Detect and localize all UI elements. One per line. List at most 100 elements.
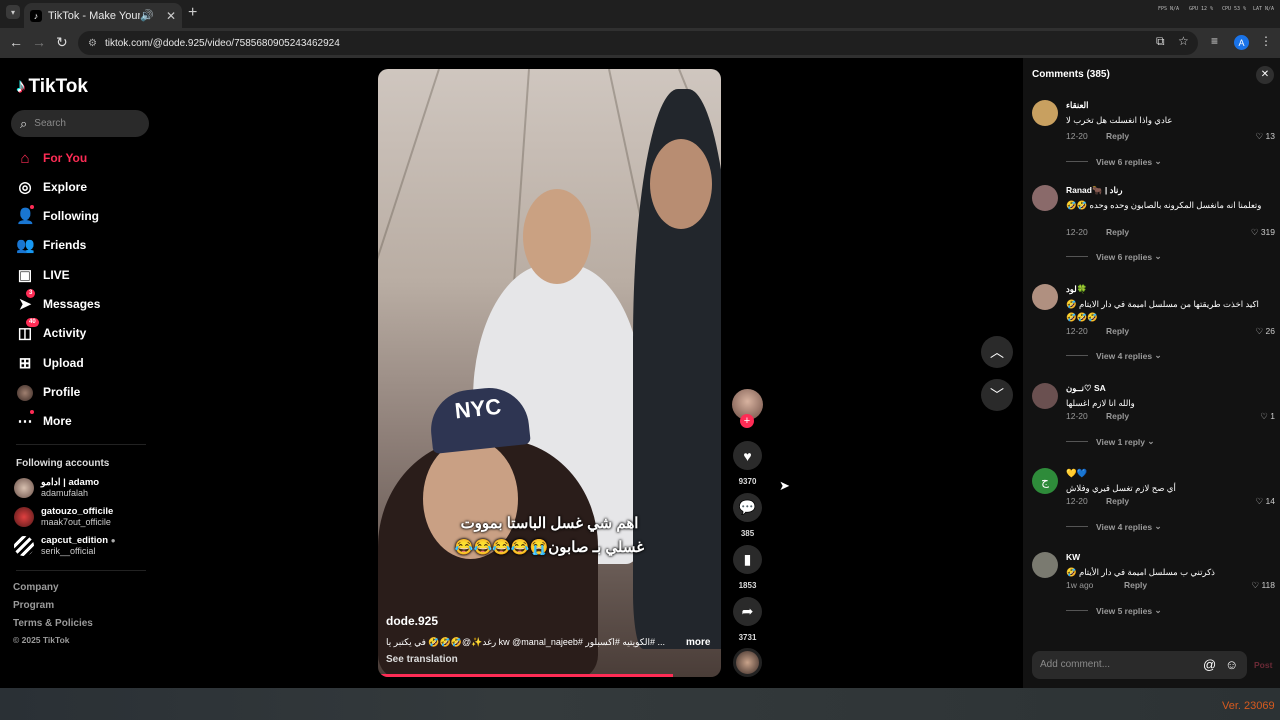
tiktok-logo[interactable]: ♪ TikTok [16,76,88,98]
site-info-icon[interactable]: ⚙ [88,38,97,49]
comment-like-button[interactable]: ♡ 118 [1251,580,1275,591]
save-button[interactable]: ▮ [733,545,762,574]
account-handle: adamufalah [41,488,89,498]
desktop-strip: Ver. 23069 [0,688,1280,720]
view-replies-button[interactable]: View 4 replies ⌄ [1066,350,1162,361]
video-player[interactable]: NYC اهم شي غسل الباستا بمووت غسلي بـ صاب… [378,69,721,677]
more-button[interactable]: more [686,637,710,648]
comment-like-button[interactable]: ♡ 13 [1256,131,1275,142]
close-comments-button[interactable]: ✕ [1256,66,1274,84]
address-bar[interactable]: ⚙ tiktok.com/@dode.925/video/75856809052… [78,31,1198,55]
post-button[interactable]: Post [1254,660,1272,670]
commenter-avatar[interactable]: ج [1032,468,1058,494]
video-progress-bar[interactable] [378,674,673,677]
account-name: ادامو | adamo [41,477,100,488]
heart-outline-icon: ♡ [1255,326,1264,336]
share-button[interactable]: ➦ [733,597,762,626]
comment-like-button[interactable]: ♡ 319 [1251,227,1275,238]
account-handle: serik__official [41,546,96,556]
view-replies-button[interactable]: View 6 replies ⌄ [1066,156,1162,167]
comment-like-count: 118 [1261,580,1275,590]
view-replies-button[interactable]: View 4 replies ⌄ [1066,521,1162,532]
search-input[interactable]: ⌕ Search [11,110,149,137]
video-author[interactable]: dode.925 [386,614,438,628]
video-caption-line2: غسلي بـ صابون😭😂😂😂😂 [454,539,645,556]
nav-messages[interactable]: ➤ 3 Messages [16,289,100,315]
speaker-icon[interactable]: 🔊 [140,9,154,22]
commenter-avatar[interactable] [1032,552,1058,578]
comment-like-button[interactable]: ♡ 26 [1256,326,1275,337]
profile-avatar [16,383,34,401]
tab-close-icon[interactable]: ✕ [166,9,176,23]
comment-text: والله انا لازم اغسلها [1066,398,1135,408]
music-disc-icon[interactable] [733,648,762,677]
reply-button[interactable]: Reply [1106,411,1129,421]
previous-video-button[interactable]: ︿ [981,336,1013,368]
view-replies-button[interactable]: View 1 reply ⌄ [1066,436,1154,447]
nav-explore[interactable]: ◎ Explore [16,176,87,198]
nav-friends[interactable]: 👥 Friends [16,234,86,256]
like-button[interactable]: ♥ [733,441,762,470]
footer-company[interactable]: Company [13,582,59,593]
mention-icon[interactable]: @ [1203,657,1216,672]
commenter-name[interactable]: لود🍀 [1066,284,1087,295]
comment-like-button[interactable]: ♡ 14 [1256,496,1275,507]
browser-profile-avatar[interactable]: A [1234,35,1249,50]
commenter-name[interactable]: 💛💙 [1066,468,1087,479]
commenter-avatar[interactable] [1032,284,1058,310]
reply-button[interactable]: Reply [1106,326,1129,336]
reading-list-icon[interactable]: ≡ [1211,34,1218,48]
reply-button[interactable]: Reply [1106,496,1129,506]
verified-icon: ● [110,536,116,545]
forward-icon[interactable]: → [32,34,46,50]
install-app-icon[interactable]: ⧉ [1156,34,1165,49]
reply-button[interactable]: Reply [1106,131,1129,141]
next-video-button[interactable]: ﹀ [981,379,1013,411]
person-face [523,189,591,284]
commenter-avatar[interactable] [1032,100,1058,126]
comment-button[interactable]: 💬 [733,493,762,522]
commenter-avatar[interactable] [1032,383,1058,409]
nav-for-you[interactable]: ⌂ For You [16,147,87,169]
nav-profile[interactable]: Profile [16,381,80,403]
nav-live[interactable]: ▣ LIVE [16,264,70,286]
following-account[interactable]: gatouzo_officile maak7out_officile [14,504,113,530]
nav-activity[interactable]: ◫ 40 Activity [16,318,86,344]
nav-upload[interactable]: ⊞ Upload [16,352,84,374]
comment-item: لود🍀 اكيد اخذت طريقتها من مسلسل اميمة في … [1032,284,1277,364]
footer-terms[interactable]: Terms & Policies [13,618,93,629]
browser-menu-icon[interactable]: ⋮ [1260,34,1272,48]
see-translation-link[interactable]: See translation [386,654,458,665]
following-account[interactable]: capcut_edition ● serik__official [14,533,116,559]
bookmark-star-icon[interactable]: ☆ [1178,34,1189,48]
commenter-name[interactable]: KW [1066,552,1080,562]
reply-button[interactable]: Reply [1106,227,1129,237]
nav-more[interactable]: ⋯ More [16,410,72,432]
commenter-name[interactable]: العنقاء [1066,100,1089,111]
following-account[interactable]: ادامو | adamo adamufalah [14,475,99,501]
commenter-avatar[interactable] [1032,185,1058,211]
commenter-name[interactable]: Ranad🐂 | رناد [1066,185,1123,196]
activity-badge: 40 [26,318,39,327]
perf-cpu: CPU 53 % [1222,6,1247,12]
comment-item: نــون♡ SA والله انا لازم اغسلها 12-20 Reply… [1032,383,1277,463]
emoji-icon[interactable]: ☺ [1225,657,1238,672]
follow-plus-icon[interactable]: + [740,414,754,428]
browser-tab[interactable]: ♪ TikTok - Make Your Day 🔊 ✕ [24,3,182,28]
reply-button[interactable]: Reply [1124,580,1147,590]
view-replies-button[interactable]: View 5 replies ⌄ [1066,605,1162,616]
following-icon: 👤 [16,205,35,225]
compass-icon: ◎ [18,179,32,196]
activity-icon: ◫ 40 [16,318,39,342]
commenter-name[interactable]: نــون♡ SA [1066,383,1106,394]
view-replies-button[interactable]: View 6 replies ⌄ [1066,251,1162,262]
avatar [14,507,34,527]
tab-list-chevron-icon[interactable]: ▾ [6,5,20,19]
comment-text: اكيد اخذت طريقتها من مسلسل اميمة في دار … [1066,299,1259,322]
new-tab-icon[interactable]: + [188,4,197,22]
reload-icon[interactable]: ↻ [56,34,68,51]
footer-program[interactable]: Program [13,600,54,611]
comment-like-button[interactable]: ♡ 1 [1260,411,1275,422]
back-icon[interactable]: ← [9,34,23,50]
nav-following[interactable]: 👤 Following [16,205,99,227]
